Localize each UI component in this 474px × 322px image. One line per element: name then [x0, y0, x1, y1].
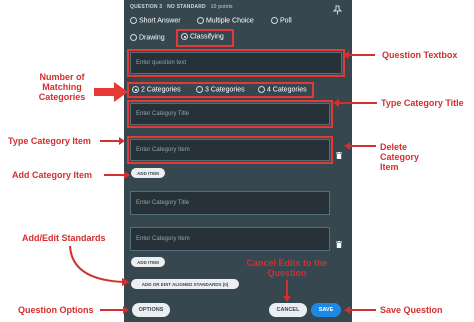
delete-category-item-callout: Delete Category Item: [380, 142, 420, 172]
annotation-line: [348, 145, 376, 147]
radio-icon: [130, 17, 137, 24]
pin-icon[interactable]: [332, 2, 343, 15]
question-options-callout: Question Options: [18, 305, 94, 315]
arrow-left-icon: [344, 142, 350, 150]
arrow-right-icon: [119, 137, 125, 145]
type-category-item-callout: Type Category Item: [8, 136, 91, 146]
arrow-left-icon: [343, 51, 349, 59]
cancel-button[interactable]: CANCEL: [269, 303, 307, 317]
type-poll[interactable]: Poll: [271, 17, 292, 24]
question-header: QUESTION 3 NO STANDARD 10 points: [130, 4, 233, 10]
category-title-highlight: [127, 100, 333, 128]
question-label: QUESTION 3: [130, 4, 163, 10]
curved-arrow-icon: [68, 244, 132, 293]
arrow-right-icon: [124, 171, 130, 179]
type-label: Poll: [279, 17, 292, 25]
points-label: 10 points: [210, 4, 233, 10]
trash-icon[interactable]: [336, 235, 342, 248]
type-drawing[interactable]: Drawing: [130, 34, 165, 41]
standard-label: NO STANDARD: [167, 4, 206, 10]
annotation-line: [104, 174, 125, 176]
save-button[interactable]: SAVE: [311, 303, 341, 317]
options-button[interactable]: OPTIONS: [132, 303, 170, 317]
type-category-title-callout: Type Category Title: [381, 98, 464, 108]
type-label: Drawing: [138, 34, 165, 42]
add-item-button[interactable]: ADD ITEM: [131, 168, 165, 178]
type-label: Multiple Choice: [205, 17, 254, 25]
annotation-line: [286, 280, 288, 297]
annotation-line: [100, 309, 124, 311]
add-edit-standards-callout: Add/Edit Standards: [22, 233, 106, 243]
type-multiple-choice[interactable]: Multiple Choice: [197, 17, 254, 24]
annotation-line: [347, 54, 375, 56]
add-category-item-callout: Add Category Item: [12, 170, 93, 180]
annotation-line: [100, 140, 120, 142]
radio-icon: [130, 34, 137, 41]
matching-categories-callout: Number of Matching Categories: [38, 72, 86, 102]
arrow-left-icon: [344, 306, 350, 314]
question-textbox-callout: Question Textbox: [382, 50, 458, 60]
add-edit-standards-button[interactable]: ADD OR EDIT ALIGNED STANDARDS (0): [131, 279, 239, 289]
category-2-item-input[interactable]: Enter Category Item: [130, 227, 330, 251]
radio-icon: [271, 17, 278, 24]
category-item-placeholder: Enter Category Item: [136, 236, 190, 242]
add-item-button-2[interactable]: ADD ITEM: [131, 257, 165, 267]
question-textbox-highlight: [127, 49, 345, 77]
classifying-highlight: [176, 29, 234, 47]
type-label: Short Answer: [138, 17, 181, 25]
category-title-placeholder: Enter Category Title: [136, 200, 190, 206]
arrow-left-icon: [333, 99, 339, 107]
radio-icon: [197, 17, 204, 24]
category-item-highlight: [127, 136, 333, 164]
save-question-callout: Save Question: [380, 305, 443, 315]
type-short-answer[interactable]: Short Answer: [130, 17, 181, 24]
annotation-line: [337, 102, 377, 104]
annotation-line: [348, 309, 376, 311]
big-arrow-right-icon: [94, 82, 128, 107]
category-2-title-input[interactable]: Enter Category Title: [130, 191, 330, 215]
cancel-edits-callout: Cancel Edits to the Question: [246, 258, 328, 278]
arrow-down-icon: [283, 296, 291, 302]
arrow-right-icon: [123, 306, 129, 314]
trash-icon[interactable]: [336, 146, 342, 159]
categories-highlight: [127, 82, 314, 98]
